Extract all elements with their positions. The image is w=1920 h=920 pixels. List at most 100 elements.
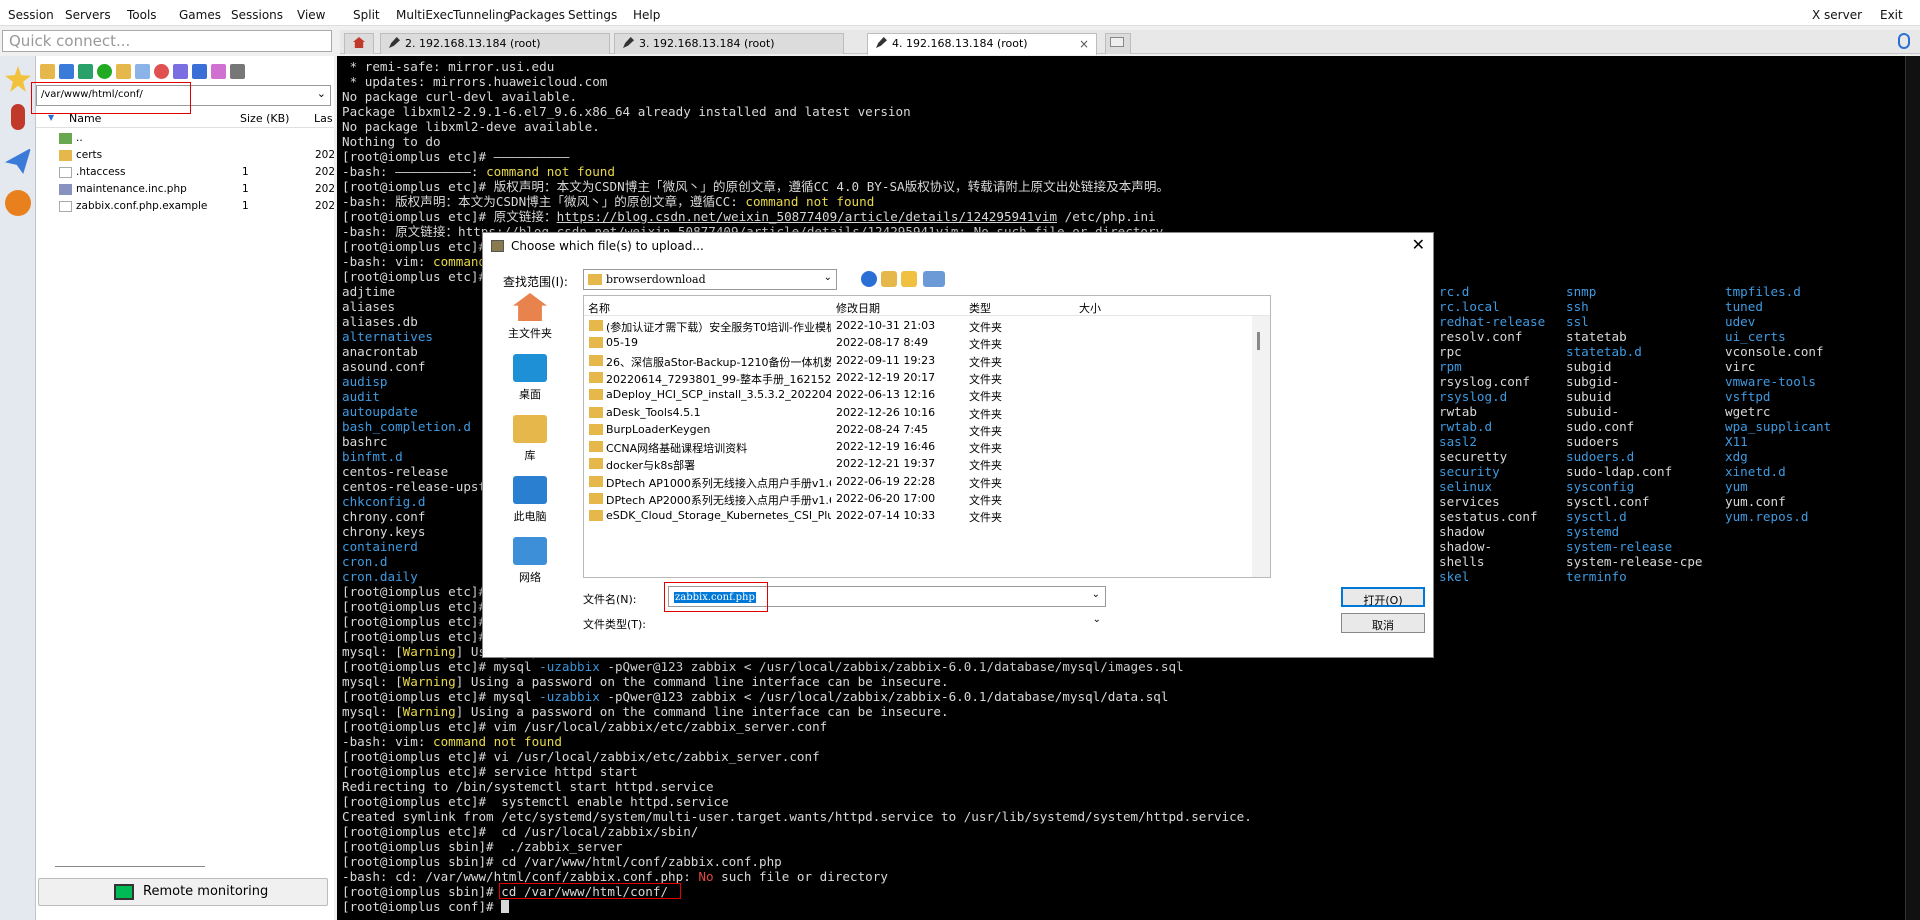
file-row[interactable]: .. xyxy=(36,131,334,147)
menu-sessions[interactable]: Sessions xyxy=(231,8,283,22)
new-folder-icon[interactable] xyxy=(901,271,917,287)
file-row[interactable]: zabbix.conf.php.example 1 202 xyxy=(36,199,335,215)
dialog-titlebar[interactable]: Choose which file(s) to upload... ✕ xyxy=(483,233,1433,259)
file-list-item[interactable]: 26、深信服aStor-Backup-1210备份一体机数据... 2022-09… xyxy=(584,352,1264,369)
ls-entry: udev xyxy=(1725,314,1756,329)
terminal-line: Package libxml2-2.9.1-6.el7_9.6.x86_64 a… xyxy=(342,104,1252,119)
file-list-item[interactable]: BurpLoaderKeygen 2022-08-24 7:45 文件夹 xyxy=(584,421,1264,438)
col-name[interactable]: Name xyxy=(69,112,101,125)
file-row[interactable]: .htaccess 1 202 xyxy=(36,165,335,181)
terminal-icon xyxy=(876,37,887,48)
permissions-icon[interactable] xyxy=(192,64,207,79)
col-size[interactable]: Size (KB) xyxy=(240,112,289,125)
ls-entry: subuid xyxy=(1566,389,1612,404)
remote-monitoring-button[interactable]: Remote monitoring xyxy=(38,878,328,906)
col-date[interactable]: 修改日期 xyxy=(836,300,880,316)
menu-tunneling[interactable]: Tunneling xyxy=(453,8,511,22)
tab-session-2[interactable]: 2. 192.168.13.184 (root) xyxy=(380,33,610,54)
new-tab-button[interactable] xyxy=(1105,33,1131,54)
computer-icon xyxy=(513,476,547,504)
lookin-value: browserdownload xyxy=(606,273,706,286)
menu-games[interactable]: Games xyxy=(179,8,221,22)
panel-divider[interactable] xyxy=(55,866,205,867)
menu-exit[interactable]: Exit xyxy=(1880,8,1903,22)
file-list-item[interactable]: 20220614_7293801_99-整本手册_1621527_300... 2… xyxy=(584,369,1264,386)
place-this-pc[interactable]: 此电脑 xyxy=(495,476,565,524)
menu-packages[interactable]: Packages xyxy=(509,8,565,22)
menu-help[interactable]: Help xyxy=(633,8,660,22)
chevron-down-icon[interactable]: ⌄ xyxy=(317,87,326,100)
place-desktop[interactable]: 桌面 xyxy=(495,354,565,402)
lookin-select[interactable]: browserdownload ⌄ xyxy=(583,269,837,290)
quick-connect-input[interactable]: Quick connect... xyxy=(2,30,332,52)
new-file-icon[interactable] xyxy=(135,64,150,79)
sftp-icon[interactable] xyxy=(5,190,31,216)
download-icon[interactable] xyxy=(59,64,74,79)
view-menu-icon[interactable] xyxy=(923,271,945,287)
filetype-select[interactable]: ⌄ xyxy=(668,612,1106,632)
file-row[interactable]: certs 202 xyxy=(36,148,335,164)
menu-multiexec[interactable]: MultiExec xyxy=(396,8,454,22)
upload-icon[interactable] xyxy=(78,64,93,79)
tools-icon[interactable] xyxy=(11,104,25,130)
up-folder-icon[interactable] xyxy=(881,271,897,287)
delete-icon[interactable] xyxy=(154,64,169,79)
file-list-item[interactable]: aDeploy_HCI_SCP_install_3.5.3.2_20220412… xyxy=(584,386,1264,403)
terminal-cursor xyxy=(501,900,510,913)
open-button[interactable]: 打开(O) xyxy=(1341,587,1425,607)
file-type: 文件夹 xyxy=(969,494,1002,507)
close-icon[interactable]: ✕ xyxy=(1412,235,1425,254)
file-list-item[interactable]: 05-19 2022-08-17 8:49 文件夹 xyxy=(584,334,1264,351)
file-list-item[interactable]: docker与k8s部署 2022-12-21 19:37 文件夹 xyxy=(584,455,1264,472)
home-tab[interactable] xyxy=(344,33,374,54)
parent-folder-icon[interactable] xyxy=(40,64,55,79)
chevron-down-icon[interactable]: ⌄ xyxy=(824,272,832,283)
col-type[interactable]: 类型 xyxy=(969,300,991,316)
tab-session-3[interactable]: 3. 192.168.13.184 (root) xyxy=(614,33,844,54)
scroll-thumb[interactable] xyxy=(1257,332,1260,350)
menu-settings[interactable]: Settings xyxy=(568,8,617,22)
terminal-follow-icon[interactable] xyxy=(230,64,245,79)
place-library[interactable]: 库 xyxy=(495,415,565,463)
menu-session[interactable]: Session xyxy=(8,8,54,22)
rename-icon[interactable] xyxy=(173,64,188,79)
place-home[interactable]: 主文件夹 xyxy=(495,293,565,341)
send-icon[interactable] xyxy=(5,148,31,174)
menu-x-server[interactable]: X server xyxy=(1812,8,1862,22)
file-list-item[interactable]: eSDK_Cloud_Storage_Kubernetes_CSI_Plugin… xyxy=(584,507,1264,524)
menu-tools[interactable]: Tools xyxy=(127,8,157,22)
star-icon[interactable] xyxy=(5,66,31,92)
ls-entry: rc.d xyxy=(1439,284,1470,299)
file-list-item[interactable]: aDesk_Tools4.5.1 2022-12-26 10:16 文件夹 xyxy=(584,404,1264,421)
file-list-scrollbar[interactable] xyxy=(1252,316,1270,577)
close-icon[interactable]: × xyxy=(1079,37,1089,51)
paperclip-icon[interactable] xyxy=(1898,33,1910,49)
tab-session-4[interactable]: 4. 192.168.13.184 (root) × xyxy=(867,33,1097,55)
chevron-down-icon[interactable]: ⌄ xyxy=(1092,589,1100,600)
menu-servers[interactable]: Servers xyxy=(65,8,111,22)
col-size[interactable]: 大小 xyxy=(1079,300,1101,316)
back-icon[interactable] xyxy=(861,271,877,287)
file-row[interactable]: maintenance.inc.php 1 202 xyxy=(36,182,335,198)
file-list-item[interactable]: DPtech AP2000系列无线接入点用户手册v1.6 2022-06-20 1… xyxy=(584,490,1264,507)
file-list-item[interactable]: DPtech AP1000系列无线接入点用户手册v1.6 2022-06-19 2… xyxy=(584,473,1264,490)
refresh-icon[interactable] xyxy=(97,64,112,79)
terminal-text: bash_completion.d xyxy=(342,419,471,434)
place-network[interactable]: 网络 xyxy=(495,537,565,585)
terminal-scrollbar[interactable] xyxy=(1905,56,1920,920)
col-last-modified[interactable]: Las xyxy=(314,112,333,125)
menu-split[interactable]: Split xyxy=(353,8,380,22)
filetype-label: 文件类型(T): xyxy=(583,618,647,631)
open-with-icon[interactable] xyxy=(211,64,226,79)
chevron-down-icon[interactable]: ⌄ xyxy=(1093,614,1101,625)
new-folder-icon[interactable] xyxy=(116,64,131,79)
menu-view[interactable]: View xyxy=(297,8,325,22)
terminal-text: binfmt.d xyxy=(342,449,403,464)
file-list-item[interactable]: (参加认证才需下载）安全服务T0培训-作业模板 2022-10-31 21:03 文… xyxy=(584,317,1264,334)
ls-output-column: snmp ssh ssl statetab statetab.d subgid subgid… xyxy=(1566,284,1702,584)
col-name[interactable]: 名称 xyxy=(588,300,610,316)
file-list-item[interactable]: CCNA网络基础课程培训资料 2022-12-19 16:46 文件夹 xyxy=(584,438,1264,455)
terminal-line: * updates: mirrors.huaweicloud.com xyxy=(342,74,1252,89)
ls-entry: ssh xyxy=(1566,299,1589,314)
cancel-button[interactable]: 取消 xyxy=(1341,613,1425,633)
